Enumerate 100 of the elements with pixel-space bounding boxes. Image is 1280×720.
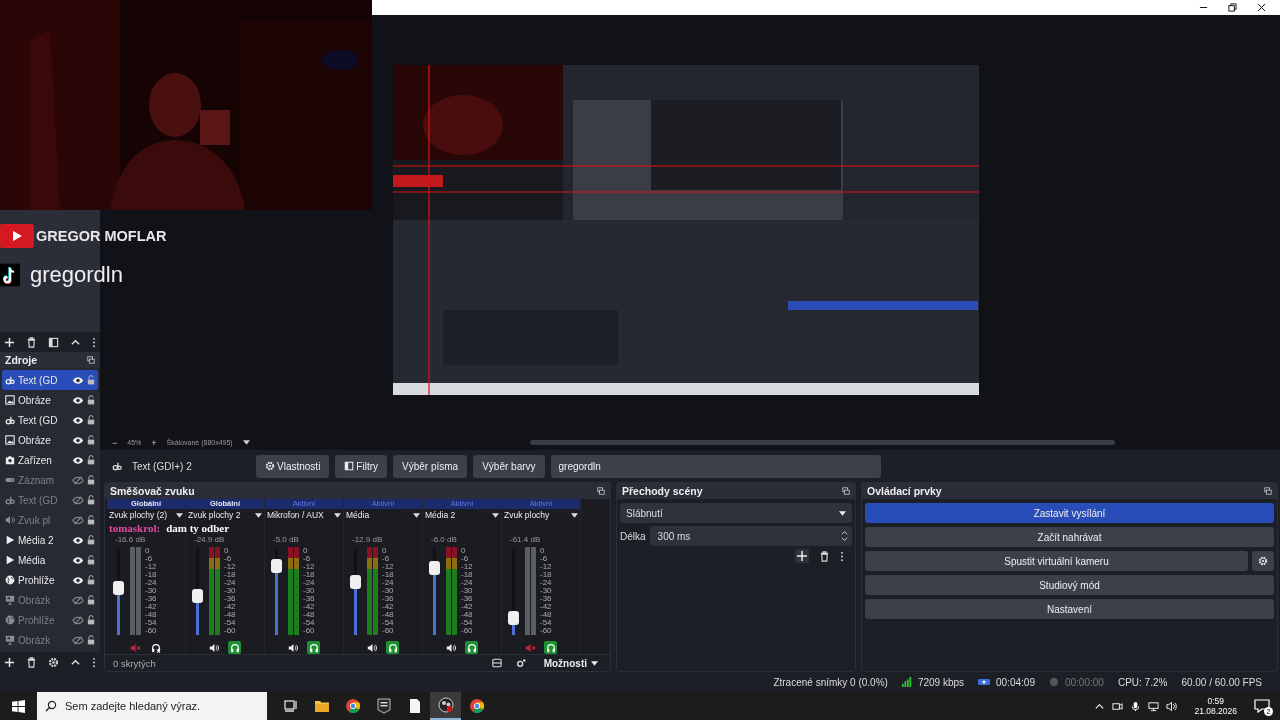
scrollbar[interactable] xyxy=(529,440,1115,445)
hidden-eye-icon[interactable] xyxy=(72,475,84,485)
slider-thumb[interactable] xyxy=(192,589,203,604)
source-item[interactable]: Text (GD xyxy=(2,410,98,430)
network-icon[interactable] xyxy=(1148,700,1160,712)
trash-icon[interactable] xyxy=(26,656,37,668)
speaker-icon[interactable] xyxy=(367,642,378,653)
speaker-icon[interactable] xyxy=(209,642,220,653)
more-icon[interactable] xyxy=(92,656,96,668)
control-button[interactable]: Začít nahrávat xyxy=(865,527,1274,547)
source-item[interactable]: Zvuk pl xyxy=(2,510,98,530)
source-item[interactable]: Obrázk xyxy=(2,590,98,610)
settings-icon[interactable] xyxy=(48,656,59,668)
slider-thumb[interactable] xyxy=(429,560,440,575)
filters-button[interactable]: Filtry xyxy=(335,454,388,478)
eye-icon[interactable] xyxy=(72,535,84,545)
channel-name[interactable]: Zvuk plochy xyxy=(502,509,580,521)
clock-time[interactable]: 0:59 xyxy=(1207,696,1224,706)
eye-icon[interactable] xyxy=(72,435,84,445)
windows-icon[interactable] xyxy=(12,699,25,713)
padlock-icon[interactable] xyxy=(87,615,95,625)
settings-button[interactable] xyxy=(1252,551,1274,571)
close-icon[interactable] xyxy=(1257,3,1266,12)
headphones-icon[interactable] xyxy=(544,641,557,654)
picker-button[interactable]: Výběr písma xyxy=(393,454,468,478)
layout-icon[interactable] xyxy=(491,658,502,668)
control-button[interactable]: Nastavení xyxy=(865,599,1274,619)
source-item[interactable]: Prohlíže xyxy=(2,570,98,590)
caret-icon[interactable] xyxy=(242,440,250,445)
more-icon[interactable] xyxy=(840,550,844,562)
slider-thumb[interactable] xyxy=(271,559,282,574)
source-item[interactable]: Média 2 xyxy=(2,530,98,550)
speaker-icon[interactable] xyxy=(446,642,457,653)
trash-icon[interactable] xyxy=(819,550,830,562)
taskbar-app[interactable] xyxy=(430,692,461,720)
padlock-icon[interactable] xyxy=(87,555,95,565)
padlock-icon[interactable] xyxy=(87,535,95,545)
headphones-icon[interactable] xyxy=(465,641,478,654)
padlock-icon[interactable] xyxy=(87,395,95,405)
padlock-icon[interactable] xyxy=(87,495,95,505)
undock-icon[interactable] xyxy=(597,487,605,495)
folder-icon[interactable] xyxy=(313,698,330,714)
source-item[interactable]: Obráze xyxy=(2,390,98,410)
hidden-eye-icon[interactable] xyxy=(72,495,84,505)
padlock-icon[interactable] xyxy=(87,475,95,485)
eye-icon[interactable] xyxy=(72,555,84,565)
headphones-icon[interactable] xyxy=(386,641,399,654)
eye-icon[interactable] xyxy=(72,375,84,385)
duration-spinbox[interactable]: 300 ms xyxy=(649,526,852,546)
microphone-icon[interactable] xyxy=(1130,700,1142,712)
eye-icon[interactable] xyxy=(72,415,84,425)
add-icon[interactable] xyxy=(4,656,15,668)
spin-arrows-icon[interactable] xyxy=(841,530,848,542)
padlock-icon[interactable] xyxy=(87,575,95,585)
filter-icon[interactable] xyxy=(48,336,59,348)
source-item[interactable]: Text (GD xyxy=(2,370,98,390)
text-field[interactable]: gregordln xyxy=(550,454,881,478)
slider-thumb[interactable] xyxy=(113,580,124,595)
hidden-eye-icon[interactable] xyxy=(72,635,84,645)
channel-name[interactable]: Mikrofon / AUX xyxy=(265,509,343,521)
padlock-icon[interactable] xyxy=(87,435,95,445)
add-icon[interactable] xyxy=(4,336,15,348)
undock-icon[interactable] xyxy=(842,487,850,495)
more-icon[interactable] xyxy=(92,336,96,348)
search-field[interactable]: Sem zadejte hledaný výraz. xyxy=(37,692,267,720)
trash-icon[interactable] xyxy=(26,336,37,348)
restore-icon[interactable] xyxy=(1228,3,1237,12)
undock-icon[interactable] xyxy=(87,356,95,364)
source-item[interactable]: Záznam xyxy=(2,470,98,490)
slider-thumb[interactable] xyxy=(350,574,361,589)
obs-icon[interactable] xyxy=(437,697,454,713)
speaker-icon[interactable] xyxy=(288,642,299,653)
control-button[interactable]: Zastavit vysílání xyxy=(865,503,1274,523)
hidden-eye-icon[interactable] xyxy=(72,615,84,625)
source-item[interactable]: Média xyxy=(2,550,98,570)
properties-button[interactable]: Vlastnosti xyxy=(256,454,330,478)
channel-name[interactable]: Zvuk plochy (2) xyxy=(107,509,185,521)
slider-thumb[interactable] xyxy=(508,610,519,625)
control-button[interactable]: Spustit virtuální kameru xyxy=(865,551,1248,571)
padlock-icon[interactable] xyxy=(87,595,95,605)
add-icon[interactable] xyxy=(795,549,809,563)
muted-speaker-icon[interactable] xyxy=(130,642,141,653)
task-view-icon[interactable] xyxy=(282,698,299,714)
clock-date[interactable]: 21.08.2026 xyxy=(1194,706,1237,716)
source-item[interactable]: Obráze xyxy=(2,430,98,450)
volume-icon[interactable] xyxy=(1166,700,1178,712)
headphones-icon[interactable] xyxy=(228,641,241,654)
control-button[interactable]: Studiový mód xyxy=(865,575,1274,595)
source-item[interactable]: Zařízen xyxy=(2,450,98,470)
source-item[interactable]: Prohlíže xyxy=(2,610,98,630)
zoom-in-button[interactable]: + xyxy=(151,437,157,448)
picker-button[interactable]: Výběr barvy xyxy=(473,454,545,478)
padlock-icon[interactable] xyxy=(87,415,95,425)
headphones-icon[interactable] xyxy=(307,641,320,654)
eye-icon[interactable] xyxy=(72,575,84,585)
eye-icon[interactable] xyxy=(72,395,84,405)
options-dropdown[interactable]: Možnosti xyxy=(539,657,602,669)
eye-icon[interactable] xyxy=(72,455,84,465)
headphones-icon[interactable] xyxy=(149,641,162,654)
shield-icon[interactable] xyxy=(375,698,392,714)
